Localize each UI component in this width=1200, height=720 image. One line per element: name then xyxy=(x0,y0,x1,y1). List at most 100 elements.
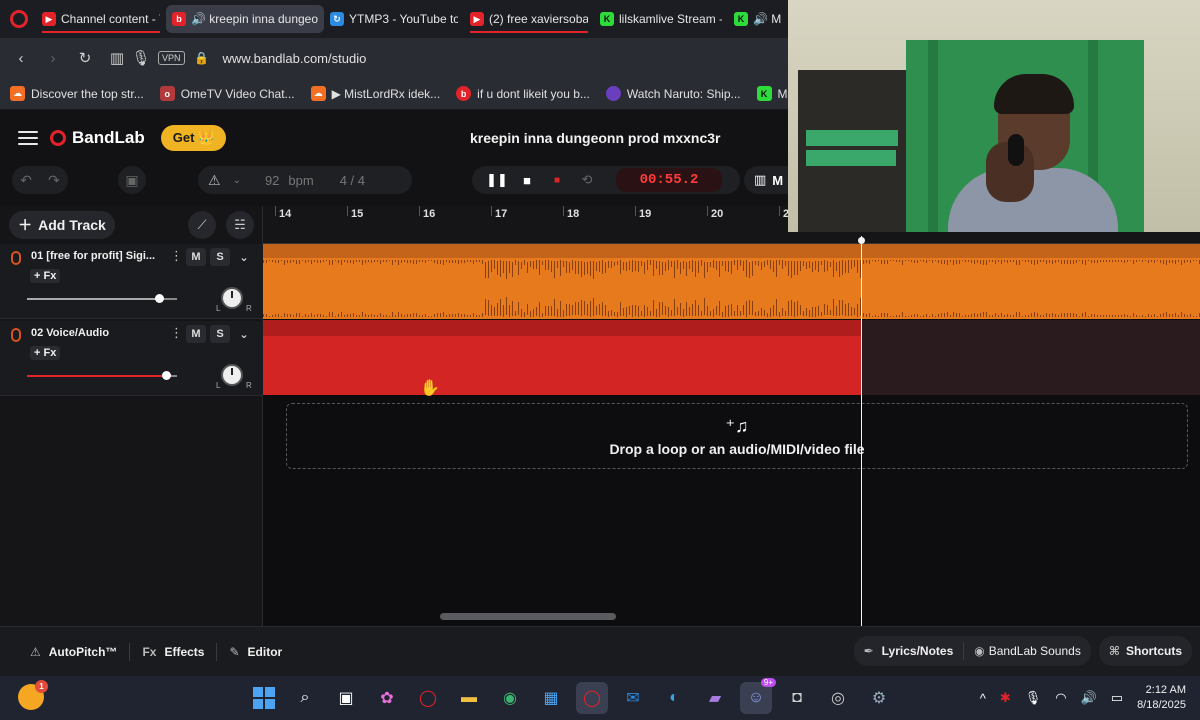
ai-tool-icon[interactable]: ☵ xyxy=(226,211,254,239)
url-field[interactable]: www.bandlab.com/studio xyxy=(223,51,367,66)
region-header[interactable] xyxy=(263,320,861,336)
microphone-icon[interactable]: 🎙 xyxy=(1025,690,1042,706)
add-fx-button[interactable]: + Fx xyxy=(30,346,61,360)
pan-knob[interactable] xyxy=(221,364,243,386)
track-lane-01[interactable] xyxy=(263,244,1200,319)
obs-icon[interactable]: ◎ xyxy=(822,682,854,714)
volume-icon[interactable]: 🔊 xyxy=(1081,690,1097,706)
volume-slider[interactable] xyxy=(27,371,177,380)
loop-icon[interactable]: ⟲ xyxy=(572,166,602,194)
tempo-value[interactable]: 92 xyxy=(265,173,279,188)
tab-lilskamlive[interactable]: K lilskamlive Stream - W xyxy=(594,5,728,33)
chevron-down-icon[interactable]: ⌄ xyxy=(234,248,254,266)
back-icon[interactable]: ‹ xyxy=(10,50,32,67)
beat-audio-region[interactable] xyxy=(263,244,1200,319)
redo-icon[interactable]: ↷ xyxy=(40,166,68,194)
settings-icon[interactable]: ⚙ xyxy=(863,682,895,714)
add-track-button[interactable]: ＋ Add Track xyxy=(9,211,115,239)
automation-icon[interactable]: ⟋ xyxy=(188,211,216,239)
file-explorer-icon[interactable]: ▬ xyxy=(453,682,485,714)
metronome-icon[interactable]: ⚠ xyxy=(208,172,221,189)
tab-channel-content[interactable]: ▶ Channel content - You xyxy=(36,5,166,33)
lock-icon[interactable]: 🔒 xyxy=(191,51,213,65)
solo-button[interactable]: S xyxy=(210,325,230,343)
microphone-icon[interactable]: 🎙 xyxy=(130,49,152,67)
volume-knob[interactable] xyxy=(155,294,165,303)
snapshot-icon[interactable]: ▥ xyxy=(106,49,128,67)
tray-app-icon[interactable]: ✱ xyxy=(1000,690,1011,706)
chevron-down-icon[interactable]: ⌄ xyxy=(233,175,241,186)
weather-widget-icon[interactable]: 1 xyxy=(18,680,48,710)
forward-icon[interactable]: › xyxy=(42,50,64,67)
autopitch-button[interactable]: ⚠ AutoPitch™ xyxy=(0,645,129,659)
project-title[interactable]: kreepin inna dungeonn prod mxxnc3r xyxy=(470,130,720,146)
bookmark-discover[interactable]: ☁ Discover the top str... xyxy=(10,86,144,101)
bandlab-sounds-button[interactable]: BandLab Sounds xyxy=(989,644,1081,658)
mute-button[interactable]: M xyxy=(186,325,206,343)
track-name[interactable]: 02 Voice/Audio xyxy=(31,327,163,339)
outlook-icon[interactable]: ✉ xyxy=(617,682,649,714)
camera-icon[interactable]: ◘ xyxy=(781,682,813,714)
wifi-icon[interactable]: ◠ xyxy=(1055,690,1066,706)
playhead-line[interactable] xyxy=(861,236,862,626)
battery-icon[interactable]: ▭ xyxy=(1111,690,1123,706)
opera-gx-icon[interactable]: ◯ xyxy=(576,682,608,714)
microphone-icon[interactable] xyxy=(11,251,21,265)
get-membership-button[interactable]: Get 👑 xyxy=(160,125,227,151)
add-fx-button[interactable]: + Fx xyxy=(30,269,61,283)
task-view-icon[interactable]: ▣ xyxy=(330,682,362,714)
editor-button[interactable]: ✎ Editor xyxy=(217,645,294,659)
clock[interactable]: 2:12 AM 8/18/2025 xyxy=(1137,683,1186,713)
microphone-icon[interactable] xyxy=(11,328,21,342)
solo-button[interactable]: S xyxy=(210,248,230,266)
lyrics-notes-button[interactable]: ✒ Lyrics/Notes ◉ BandLab Sounds xyxy=(853,636,1091,666)
more-options-icon[interactable]: ⋮ xyxy=(170,325,183,341)
tab-mi[interactable]: K 🔊 Mi xyxy=(728,5,788,33)
edge-icon[interactable]: ◐ xyxy=(658,682,690,714)
opera-logo-icon[interactable] xyxy=(10,10,28,28)
mute-button[interactable]: M xyxy=(186,248,206,266)
region-header[interactable] xyxy=(263,244,1200,258)
track-name[interactable]: 01 [free for profit] Sigi... xyxy=(31,250,163,262)
tool-icon[interactable]: ▣ xyxy=(118,166,146,194)
record-icon[interactable]: ■ xyxy=(542,166,572,194)
volume-knob[interactable] xyxy=(161,371,171,380)
shortcuts-button[interactable]: ⌘ Shortcuts xyxy=(1098,636,1192,666)
start-button[interactable] xyxy=(248,682,280,714)
store-icon[interactable]: ▦ xyxy=(535,682,567,714)
playhead-handle[interactable] xyxy=(858,237,865,244)
clipchamp-icon[interactable]: ▰ xyxy=(699,682,731,714)
bandlab-logo[interactable]: BandLab xyxy=(50,128,145,148)
empty-lane-area[interactable] xyxy=(861,320,1200,395)
pan-knob[interactable] xyxy=(221,287,243,309)
tab-free-xaviersobased[interactable]: ▶ (2) free xaviersobased xyxy=(464,5,594,33)
reload-icon[interactable]: ↻ xyxy=(74,49,96,67)
opera-icon[interactable]: ◯ xyxy=(412,682,444,714)
discord-icon[interactable]: ☺ 9+ xyxy=(740,678,776,714)
track-header-02[interactable]: 02 Voice/Audio ⋮ M S ⌄ + Fx L R xyxy=(0,321,263,396)
tab-ytmp3[interactable]: ↻ YTMP3 - YouTube to xyxy=(324,5,464,33)
volume-slider[interactable] xyxy=(27,294,177,303)
copilot-icon[interactable]: ✿ xyxy=(371,682,403,714)
effects-button[interactable]: Fx Effects xyxy=(130,645,216,659)
tab-bandlab-project[interactable]: b 🔊 kreepin inna dungeon xyxy=(166,5,324,33)
bookmark-if-u-dont[interactable]: b if u dont likeit you b... xyxy=(456,86,590,101)
chevron-down-icon[interactable]: ⌄ xyxy=(234,325,254,343)
chevron-up-icon[interactable]: ^ xyxy=(980,691,986,706)
chrome-icon[interactable]: ◉ xyxy=(494,682,526,714)
stop-icon[interactable]: ■ xyxy=(512,166,542,194)
time-signature[interactable]: 4 / 4 xyxy=(340,173,365,188)
search-icon[interactable]: ⌕ xyxy=(289,682,321,714)
bookmark-naruto[interactable]: Watch Naruto: Ship... xyxy=(605,86,741,101)
undo-icon[interactable]: ↶ xyxy=(12,166,40,194)
bookmark-ometv[interactable]: o OmeTV Video Chat... xyxy=(159,86,295,101)
pause-icon[interactable]: ❚❚ xyxy=(482,166,512,194)
vpn-badge[interactable]: VPN xyxy=(158,51,185,65)
more-options-icon[interactable]: ⋮ xyxy=(170,248,183,264)
menu-icon[interactable] xyxy=(18,131,38,145)
horizontal-scrollbar[interactable] xyxy=(440,613,616,620)
voice-recording-region[interactable] xyxy=(263,320,861,395)
track-header-01[interactable]: 01 [free for profit] Sigi... ⋮ M S ⌄ + F… xyxy=(0,244,263,319)
bookmark-mistlordrx[interactable]: ☁ ▶ MistLordRx idek... xyxy=(310,86,440,101)
track-lane-02[interactable]: ✋ xyxy=(263,320,1200,397)
